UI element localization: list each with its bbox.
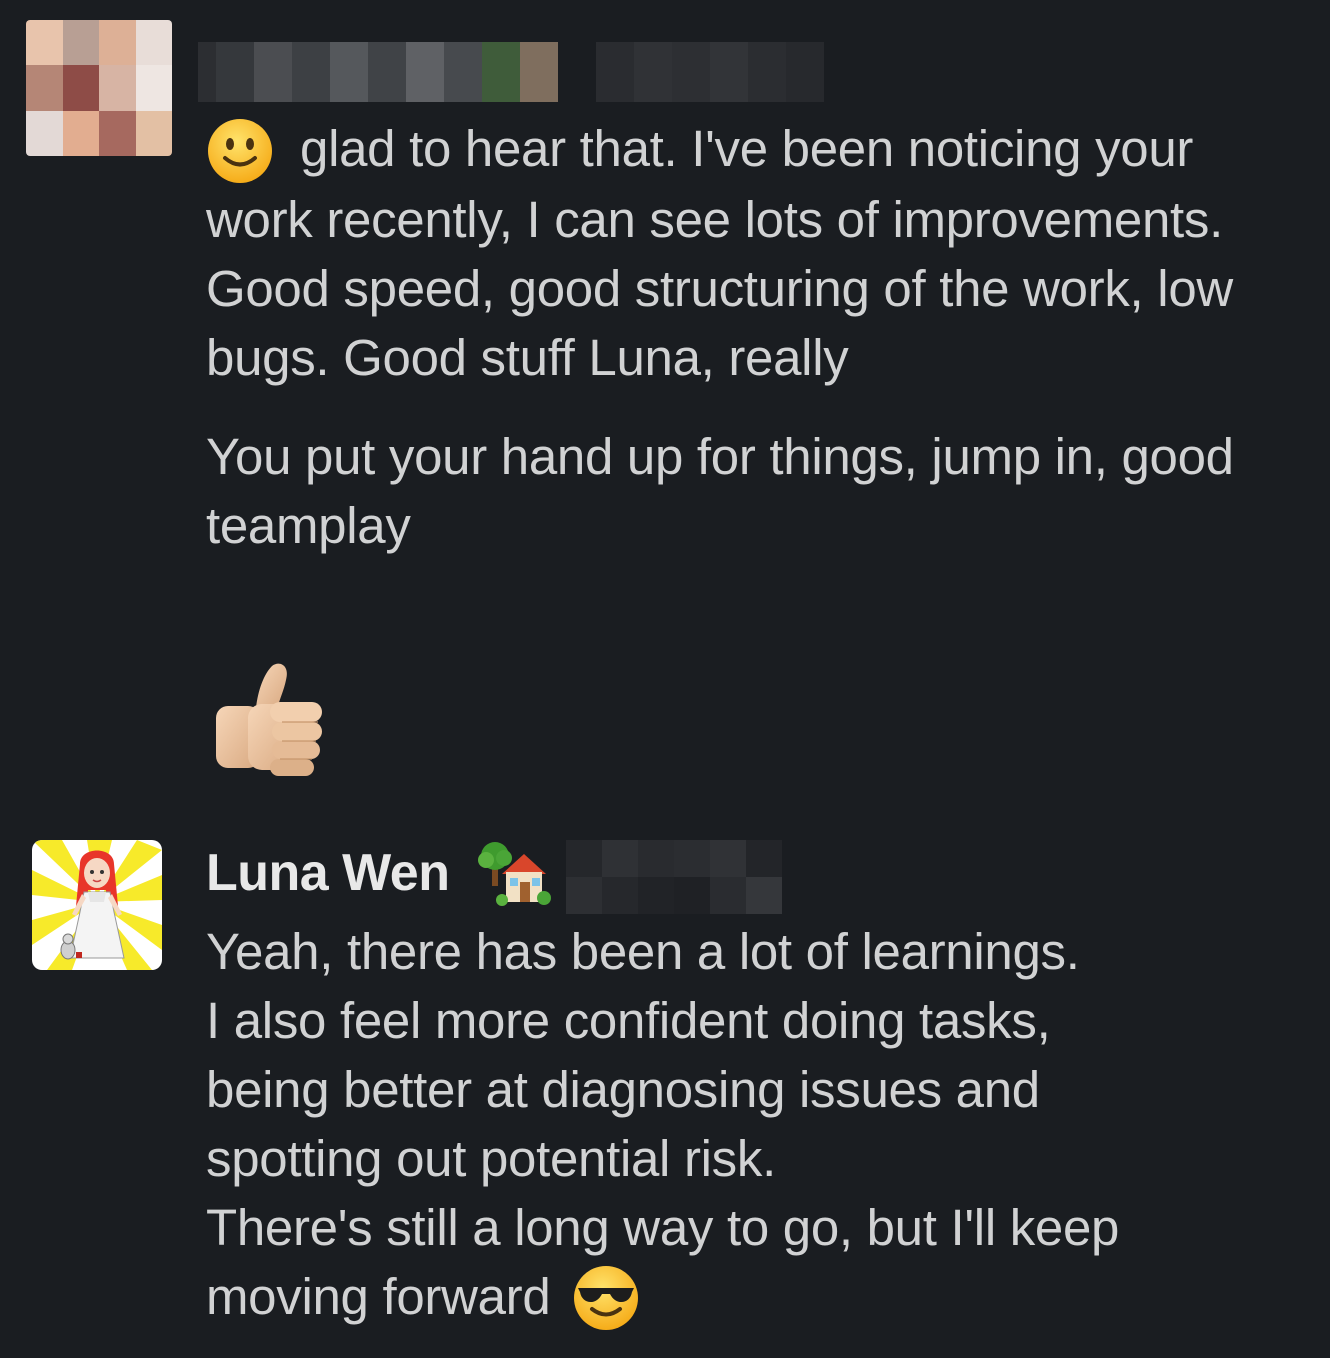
house-with-garden-icon <box>478 838 552 908</box>
message-2-line-2: I also feel more confident doing tasks, <box>206 992 1051 1049</box>
luna-wen-avatar[interactable] <box>32 840 162 970</box>
message-2-line-6-wrap: moving forward <box>206 1262 1296 1334</box>
message-2-line-5: There's still a long way to go, but I'll… <box>206 1199 1120 1256</box>
message-2-line-1: Yeah, there has been a lot of learnings. <box>206 923 1080 980</box>
message-2-line-6: moving forward <box>206 1268 551 1325</box>
smiling-face-with-sunglasses-icon <box>572 1264 642 1330</box>
message-2-line-4: spotting out potential risk. <box>206 1130 776 1187</box>
timestamp-redacted-2 <box>566 840 786 914</box>
message-2: Luna Wen Yeah, there has been a lot of l… <box>0 0 1330 1358</box>
message-2-line-3: being better at diagnosing issues and <box>206 1061 1040 1118</box>
author-name[interactable]: Luna Wen <box>206 838 450 908</box>
message-2-body: Yeah, there has been a lot of learnings.… <box>206 917 1296 1334</box>
